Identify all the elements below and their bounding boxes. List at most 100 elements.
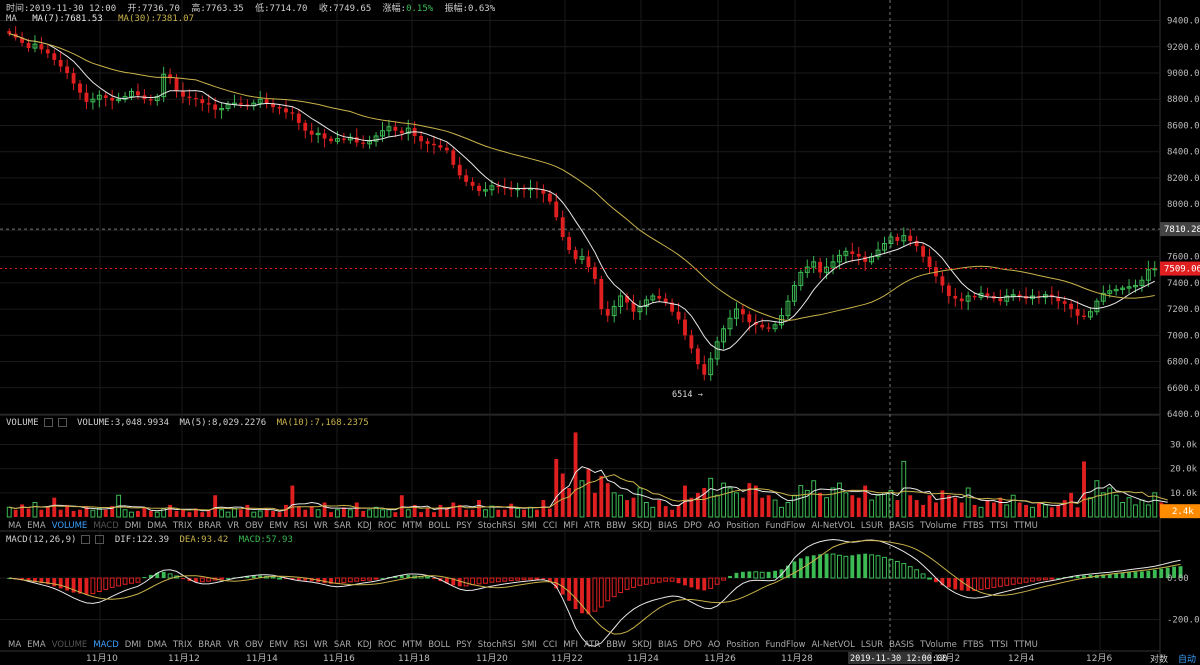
indicator-tab-psy[interactable]: PSY xyxy=(456,521,472,531)
indicator-tab-basis[interactable]: BASIS xyxy=(889,640,914,650)
indicator-tab-mfi[interactable]: MFI xyxy=(563,640,578,650)
indicator-tab-bbw[interactable]: BBW xyxy=(606,521,626,531)
indicator-tab-basis[interactable]: BASIS xyxy=(889,521,914,531)
indicator-tab-tvolume[interactable]: TVolume xyxy=(920,521,957,531)
indicator-tab-dmi[interactable]: DMI xyxy=(125,640,141,650)
indicator-tab-ftbs[interactable]: FTBS xyxy=(963,521,984,531)
indicator-tab-smi[interactable]: SMI xyxy=(522,521,537,531)
indicator-tab-kdj[interactable]: KDJ xyxy=(357,521,372,531)
indicator-tab-psy[interactable]: PSY xyxy=(456,640,472,650)
indicator-tab-position[interactable]: Position xyxy=(726,521,759,531)
ma-legend-prefix[interactable]: MA xyxy=(6,14,17,24)
indicator-tab-tvolume[interactable]: TVolume xyxy=(920,640,957,650)
indicator-tab-roc[interactable]: ROC xyxy=(378,521,397,531)
settings-icon[interactable] xyxy=(81,535,91,544)
volume-bar xyxy=(393,512,398,517)
date-tick-label: 11月28 xyxy=(781,653,813,664)
volume-ma5: MA(5):8,029.2276 xyxy=(179,418,267,428)
indicator-tab-ttsi[interactable]: TTSI xyxy=(990,521,1008,531)
indicator-tab-brar[interactable]: BRAR xyxy=(198,640,221,650)
indicator-tab-skdj[interactable]: SKDJ xyxy=(632,640,652,650)
volume-bar xyxy=(818,492,823,517)
indicator-tab-dma[interactable]: DMA xyxy=(147,521,167,531)
indicator-tab-bbw[interactable]: BBW xyxy=(606,640,626,650)
indicator-tab-ema[interactable]: EMA xyxy=(27,521,46,531)
indicator-tab-ttmu[interactable]: TTMU xyxy=(1014,521,1038,531)
indicator-tab-volume[interactable]: VOLUME xyxy=(52,640,88,650)
log-scale-button[interactable]: 对数 xyxy=(1150,652,1168,665)
indicator-tab-cci[interactable]: CCI xyxy=(543,521,557,531)
indicator-tab-vr[interactable]: VR xyxy=(227,521,239,531)
indicator-tab-mtm[interactable]: MTM xyxy=(402,640,422,650)
indicator-tab-boll[interactable]: BOLL xyxy=(428,521,450,531)
macd-title: MACD(12,26,9) xyxy=(6,535,77,545)
indicator-tab-position[interactable]: Position xyxy=(726,640,759,650)
indicator-tab-macd[interactable]: MACD xyxy=(93,640,118,650)
indicator-tab-fundflow[interactable]: FundFlow xyxy=(765,640,805,650)
price-chart[interactable]: 9400.00 9200.00 9000.00 8800.00 8600.00 8400.… xyxy=(0,0,1200,665)
indicator-tab-emv[interactable]: EMV xyxy=(269,640,288,650)
indicator-tab-smi[interactable]: SMI xyxy=(522,640,537,650)
indicator-tab-dma[interactable]: DMA xyxy=(147,640,167,650)
indicator-tab-ao[interactable]: AO xyxy=(708,640,720,650)
indicator-tab-rsi[interactable]: RSI xyxy=(294,640,308,650)
indicator-tab-ttsi[interactable]: TTSI xyxy=(990,640,1008,650)
close-icon[interactable] xyxy=(95,535,105,544)
indicator-tab-sar[interactable]: SAR xyxy=(334,640,351,650)
indicator-tab-stochrsi[interactable]: StochRSI xyxy=(478,521,516,531)
indicator-tab-trix[interactable]: TRIX xyxy=(173,640,192,650)
indicator-tab-mfi[interactable]: MFI xyxy=(563,521,578,531)
indicator-tab-ai-netvol[interactable]: AI-NetVOL xyxy=(811,640,854,650)
indicator-tab-obv[interactable]: OBV xyxy=(245,640,263,650)
macd-bar xyxy=(753,571,759,579)
indicator-tab-volume[interactable]: VOLUME xyxy=(52,521,88,531)
indicator-tab-atr[interactable]: ATR xyxy=(584,640,600,650)
indicator-tab-ma[interactable]: MA xyxy=(8,640,21,650)
indicator-tab-dmi[interactable]: DMI xyxy=(125,521,141,531)
indicator-tab-ttmu[interactable]: TTMU xyxy=(1014,640,1038,650)
indicator-tab-brar[interactable]: BRAR xyxy=(198,521,221,531)
indicator-tab-emv[interactable]: EMV xyxy=(269,521,288,531)
indicator-tab-kdj[interactable]: KDJ xyxy=(357,640,372,650)
indicator-tab-lsur[interactable]: LSUR xyxy=(861,640,883,650)
macd-bar xyxy=(142,577,147,579)
volume-bar xyxy=(386,509,392,518)
close-icon[interactable] xyxy=(57,418,67,427)
indicator-tab-ftbs[interactable]: FTBS xyxy=(963,640,984,650)
indicator-tab-rsi[interactable]: RSI xyxy=(294,521,308,531)
indicator-tab-wr[interactable]: WR xyxy=(314,640,328,650)
indicator-tab-atr[interactable]: ATR xyxy=(584,521,600,531)
indicator-tab-macd[interactable]: MACD xyxy=(93,521,118,531)
volume-bar xyxy=(1120,502,1126,518)
candle-body xyxy=(560,217,565,237)
candle-body xyxy=(309,130,314,135)
indicator-tab-dpo[interactable]: DPO xyxy=(684,640,702,650)
indicator-tab-boll[interactable]: BOLL xyxy=(428,640,450,650)
indicator-tab-obv[interactable]: OBV xyxy=(245,521,263,531)
volume-bar xyxy=(560,473,565,517)
indicator-tab-sar[interactable]: SAR xyxy=(334,521,351,531)
indicator-tab-ao[interactable]: AO xyxy=(708,521,720,531)
indicator-tab-stochrsi[interactable]: StochRSI xyxy=(478,640,516,650)
indicator-tab-lsur[interactable]: LSUR xyxy=(861,521,883,531)
settings-icon[interactable] xyxy=(43,418,53,427)
indicator-tab-ma[interactable]: MA xyxy=(8,521,21,531)
indicator-tab-vr[interactable]: VR xyxy=(227,640,239,650)
indicator-tab-roc[interactable]: ROC xyxy=(378,640,397,650)
indicator-tab-wr[interactable]: WR xyxy=(314,521,328,531)
indicator-tab-mtm[interactable]: MTM xyxy=(402,521,422,531)
indicator-tab-fundflow[interactable]: FundFlow xyxy=(765,521,805,531)
indicator-tab-skdj[interactable]: SKDJ xyxy=(632,521,652,531)
indicator-tab-ai-netvol[interactable]: AI-NetVOL xyxy=(811,521,854,531)
indicator-tab-bias[interactable]: BIAS xyxy=(658,521,678,531)
indicator-tab-cci[interactable]: CCI xyxy=(543,640,557,650)
macd-bar xyxy=(521,577,527,581)
indicator-tab-ema[interactable]: EMA xyxy=(27,640,46,650)
macd-bar xyxy=(103,577,109,590)
indicator-tab-bias[interactable]: BIAS xyxy=(658,640,678,650)
auto-scale-button[interactable]: 自动 xyxy=(1178,652,1196,665)
volume-bar xyxy=(129,511,134,518)
volume-bar xyxy=(373,506,379,518)
indicator-tab-dpo[interactable]: DPO xyxy=(684,521,702,531)
indicator-tab-trix[interactable]: TRIX xyxy=(173,521,192,531)
